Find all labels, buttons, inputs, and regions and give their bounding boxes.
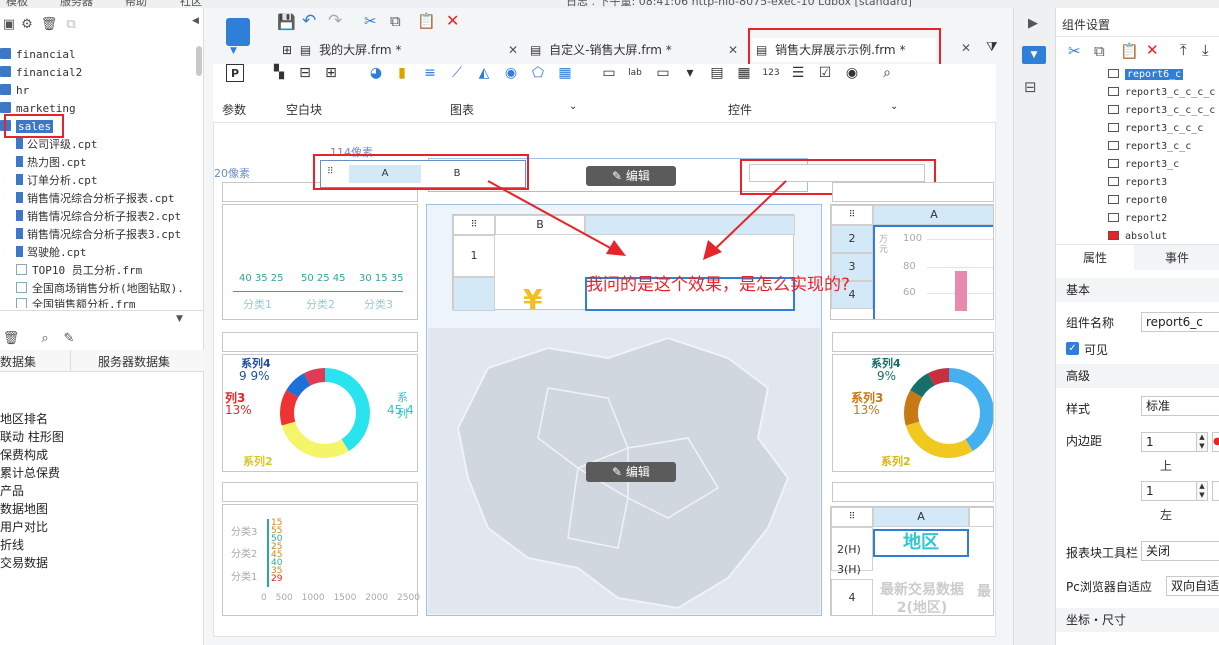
style-select[interactable]: 标准 [1141,396,1219,416]
component-item[interactable]: report0 [1108,192,1167,210]
component-checkbox[interactable] [1108,87,1119,96]
panel-title: 组件设置 [1062,18,1111,32]
padding-left-caption: 左 [1160,508,1173,522]
component-checkbox[interactable] [1108,141,1119,150]
component-item-selected[interactable]: report6_c [1108,66,1184,84]
padding-link-icon[interactable]: ● [1212,432,1219,452]
component-item[interactable]: report3_c_c_c_c [1108,102,1215,120]
component-item[interactable]: report3 [1108,174,1167,192]
padding-top-input[interactable]: 1 [1141,432,1197,452]
component-checkbox[interactable] [1108,69,1119,78]
component-item[interactable]: report3_c [1108,156,1179,174]
padding-right-input[interactable] [1212,481,1219,501]
delete-icon[interactable]: ✕ [1146,41,1159,59]
cut-icon[interactable]: ✂ [1068,42,1081,60]
tab-properties[interactable]: 属性 [1056,245,1134,271]
component-name-input[interactable]: report6_c [1141,312,1219,332]
padding-top-caption: 上 [1160,459,1173,473]
component-item[interactable]: report2 [1108,210,1167,228]
arrow-line [487,180,615,251]
padding-top-spinner[interactable]: ▲ ▼ [1196,432,1208,452]
section-basic[interactable]: 基本 [1056,278,1219,302]
padding-label: 内边距 [1066,434,1103,448]
right-panel: 组件设置 ✂ ⧉ 📋 ✕ ⤒ ⤓ report6_c report3_c_c_c… [1055,8,1219,645]
prop-tabs: 属性 事件 [1056,244,1219,271]
component-checkbox[interactable] [1108,105,1119,114]
component-checkbox[interactable] [1108,177,1119,186]
divider [1056,36,1219,37]
section-advanced[interactable]: 高级 [1056,364,1219,388]
padding-left-input[interactable]: 1 [1141,481,1197,501]
annotation-text: 我问的是这个效果，是怎么实现的? [586,275,851,295]
move-down-icon[interactable]: ⤓ [1202,41,1209,59]
section-coordinates[interactable]: 坐标・尺寸 [1056,608,1219,632]
right-toolstrip: ▶ ▼ ⊟ [1013,8,1055,645]
padding-left-spinner[interactable]: ▲ ▼ [1196,481,1208,501]
visible-label: 可见 [1084,343,1109,357]
move-up-icon[interactable]: ⤒ [1180,41,1187,59]
visible-checkbox[interactable]: ✓ [1066,342,1079,355]
component-item[interactable]: report3_c_c [1108,138,1191,156]
arrow-line [713,180,787,251]
component-item[interactable]: absolut [1108,228,1167,240]
layout-icon[interactable]: ⊟ [1024,78,1037,96]
component-name-label: 组件名称 [1066,316,1115,330]
toolbar-select[interactable]: 关闭 [1141,541,1219,561]
component-checkbox[interactable] [1108,159,1119,168]
component-checkbox[interactable] [1108,213,1119,222]
tab-events[interactable]: 事件 [1134,245,1219,271]
chart-icon [1108,231,1119,240]
pc-adapt-label: Pc浏览器自适应 [1066,580,1152,594]
collapse-icon[interactable]: ▶ [1028,16,1038,31]
paste-icon[interactable]: 📋 [1120,42,1139,60]
component-checkbox[interactable] [1108,123,1119,132]
toolbar-label: 报表块工具栏 [1066,546,1139,560]
pc-adapt-select[interactable]: 双向自适 [1166,576,1219,596]
arrow-head [703,240,722,260]
collapse-left-icon[interactable]: ◀ [192,16,199,26]
component-item[interactable]: report3_c_c_c_c [1108,84,1215,102]
style-label: 样式 [1066,402,1091,416]
component-checkbox[interactable] [1108,195,1119,204]
component-settings-icon[interactable]: ▼ [1022,46,1046,64]
component-item[interactable]: report3_c_c_c [1108,120,1203,138]
copy-icon[interactable]: ⧉ [1094,42,1105,60]
